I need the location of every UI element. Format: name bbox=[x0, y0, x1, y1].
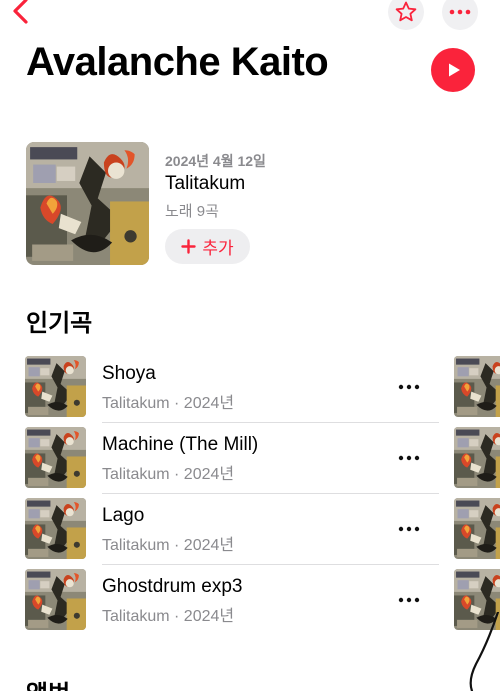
ellipsis-icon bbox=[398, 384, 420, 390]
song-row[interactable]: Ghostdrum exp3 Talitakum · 2024년 bbox=[0, 569, 500, 640]
artist-page: Avalanche Kaito 2024년 4월 12일 Talitakum 노… bbox=[0, 0, 500, 691]
next-column-artwork[interactable] bbox=[454, 356, 500, 417]
pen-stroke-mark bbox=[469, 612, 500, 691]
song-artwork bbox=[25, 569, 86, 630]
top-songs-heading[interactable]: 인기곡 bbox=[26, 303, 92, 338]
song-row[interactable]: Lago Talitakum · 2024년 bbox=[0, 498, 500, 569]
more-options-button[interactable] bbox=[442, 0, 478, 30]
favorite-button[interactable] bbox=[388, 0, 424, 30]
song-row[interactable]: Shoya Talitakum · 2024년 bbox=[0, 356, 500, 427]
artist-name: Avalanche Kaito bbox=[26, 40, 329, 84]
song-subtitle: Talitakum · 2024년 bbox=[102, 466, 235, 483]
release-title[interactable]: Talitakum bbox=[165, 173, 245, 195]
albums-heading[interactable]: 앨범 bbox=[26, 674, 70, 691]
ellipsis-icon bbox=[398, 455, 420, 461]
add-button-label: 추가 bbox=[202, 239, 234, 258]
add-button[interactable]: 추가 bbox=[165, 229, 250, 264]
song-title: Machine (The Mill) bbox=[102, 434, 259, 455]
play-icon bbox=[449, 63, 460, 77]
divider bbox=[102, 564, 439, 565]
song-artwork bbox=[25, 356, 86, 417]
release-cover[interactable] bbox=[26, 142, 149, 265]
next-column-artwork[interactable] bbox=[454, 427, 500, 488]
song-more-button[interactable] bbox=[392, 374, 426, 400]
next-column-artwork[interactable] bbox=[454, 498, 500, 559]
ellipsis-icon bbox=[449, 9, 471, 15]
song-more-button[interactable] bbox=[392, 587, 426, 613]
song-row[interactable]: Machine (The Mill) Talitakum · 2024년 bbox=[0, 427, 500, 498]
back-button[interactable] bbox=[6, 0, 36, 30]
song-title: Shoya bbox=[102, 363, 156, 384]
song-title: Ghostdrum exp3 bbox=[102, 576, 243, 597]
star-outline-icon bbox=[395, 1, 417, 22]
play-button[interactable] bbox=[431, 48, 475, 92]
plus-icon bbox=[181, 239, 197, 254]
divider bbox=[102, 493, 439, 494]
song-subtitle: Talitakum · 2024년 bbox=[102, 537, 235, 554]
song-more-button[interactable] bbox=[392, 516, 426, 542]
song-title: Lago bbox=[102, 505, 145, 526]
song-artwork bbox=[25, 498, 86, 559]
ellipsis-icon bbox=[398, 526, 420, 532]
release-date: 2024년 4월 12일 bbox=[165, 153, 266, 169]
chevron-left-icon bbox=[13, 0, 28, 24]
song-artwork bbox=[25, 427, 86, 488]
divider bbox=[102, 422, 439, 423]
album-artwork bbox=[26, 142, 149, 265]
ellipsis-icon bbox=[398, 597, 420, 603]
release-track-count: 노래 9곡 bbox=[165, 203, 219, 220]
song-subtitle: Talitakum · 2024년 bbox=[102, 395, 235, 412]
song-subtitle: Talitakum · 2024년 bbox=[102, 608, 235, 625]
song-more-button[interactable] bbox=[392, 445, 426, 471]
